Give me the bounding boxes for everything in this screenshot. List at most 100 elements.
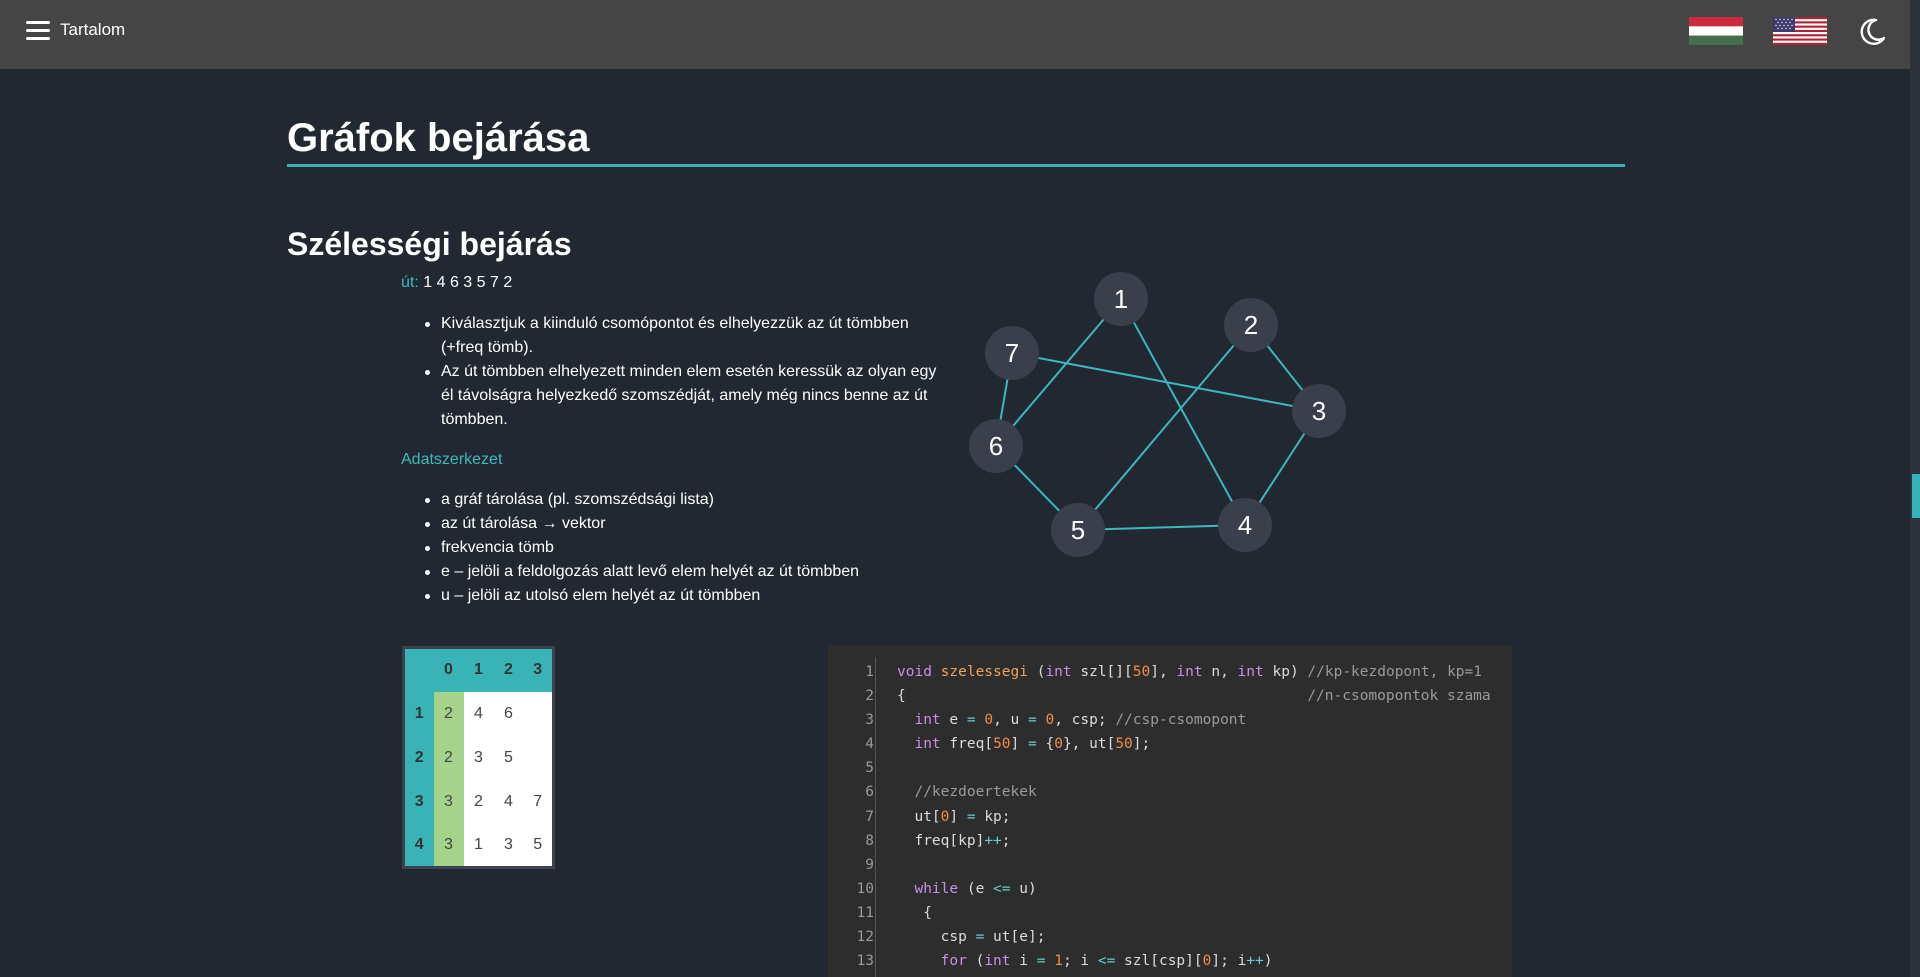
neighbor-cell: 6 bbox=[493, 691, 524, 736]
table-header-cell: 0 bbox=[433, 647, 464, 692]
data-structure-item: frekvencia tömb bbox=[425, 536, 1001, 560]
description-list: Kiválasztjuk a kiinduló csomópontot és e… bbox=[425, 312, 941, 432]
code-line: while (e <= u) bbox=[914, 880, 1037, 897]
data-structure-item: a gráf tárolása (pl. szomszédsági lista) bbox=[425, 488, 1001, 512]
code-line: void szelessegi (int szl[][50], int n, i… bbox=[897, 664, 1483, 680]
degree-cell: 2 bbox=[433, 735, 464, 780]
code-line: for (int i = 1; i <= szl[csp][0]; i++) bbox=[940, 953, 1273, 970]
us-flag-icon[interactable] bbox=[1773, 17, 1827, 45]
data-structure-item: u – jelöli az utolsó elem helyét az út t… bbox=[425, 584, 1001, 608]
neighbor-cell: 7 bbox=[523, 779, 554, 824]
table-row: 4 3 1 3 5 bbox=[403, 823, 554, 868]
degree-cell: 3 bbox=[433, 823, 464, 868]
code-line: int e = 0, u = 0, csp; //csp-csomopont bbox=[914, 712, 1247, 729]
hungarian-flag-icon[interactable] bbox=[1689, 17, 1743, 45]
table-header-row: 0 1 2 3 bbox=[403, 647, 554, 692]
hamburger-icon bbox=[26, 20, 50, 40]
neighbor-cell: 5 bbox=[523, 823, 554, 868]
line-number-gutter: 1 2 3 4 5 6 7 8 9 10 11 12 13 bbox=[828, 660, 874, 973]
graph-edge bbox=[1077, 324, 1252, 531]
section-title: Szélességi bejárás bbox=[287, 226, 572, 262]
line-number: 3 bbox=[865, 712, 874, 729]
menu-label: Tartalom bbox=[60, 20, 126, 39]
neighbor-cell: 1 bbox=[463, 823, 494, 868]
neighbor-cell bbox=[523, 735, 554, 780]
code-line: freq[kp]++; bbox=[897, 832, 1011, 849]
scrollbar-thumb[interactable] bbox=[1912, 474, 1920, 518]
path-value: 1 4 6 3 5 7 2 bbox=[423, 274, 513, 291]
neighbor-cell: 3 bbox=[493, 823, 524, 868]
line-number: 12 bbox=[856, 929, 874, 946]
graph-node-label: 4 bbox=[1238, 510, 1252, 540]
neighbor-cell: 2 bbox=[463, 779, 494, 824]
line-number: 1 bbox=[865, 664, 874, 680]
graph-node: 1 bbox=[1094, 272, 1148, 326]
table-row: 2 2 3 5 bbox=[403, 735, 554, 780]
line-number: 10 bbox=[856, 880, 874, 897]
code-line: csp = ut[e]; bbox=[897, 929, 1046, 946]
code-line: int freq[50] = {0}, ut[50]; bbox=[914, 736, 1151, 753]
top-bar: Tartalom bbox=[0, 0, 1910, 69]
neighbor-cell: 3 bbox=[463, 735, 494, 780]
code-line: { //n-csomopontok szama bbox=[897, 688, 1491, 705]
title-underline bbox=[287, 164, 1625, 167]
data-structure-list: a gráf tárolása (pl. szomszédsági lista)… bbox=[425, 488, 1001, 608]
line-number: 7 bbox=[865, 808, 874, 825]
line-number: 6 bbox=[865, 784, 874, 801]
graph-node: 2 bbox=[1224, 298, 1278, 352]
graph-node: 7 bbox=[985, 326, 1039, 380]
graph-node-label: 2 bbox=[1244, 310, 1258, 340]
neighbor-cell: 4 bbox=[493, 779, 524, 824]
menu-button[interactable]: Tartalom bbox=[26, 20, 125, 40]
graph-node: 3 bbox=[1292, 384, 1346, 438]
line-number: 2 bbox=[865, 688, 874, 705]
neighbor-cell bbox=[523, 691, 554, 736]
path-label: út: bbox=[401, 274, 419, 291]
line-number: 9 bbox=[865, 856, 874, 873]
data-structure-item: e – jelöli a feldolgozás alatt levő elem… bbox=[425, 560, 1001, 584]
line-number: 13 bbox=[856, 953, 874, 970]
graph-node-label: 3 bbox=[1312, 396, 1326, 426]
graph-node-label: 5 bbox=[1071, 515, 1085, 545]
gutter-divider bbox=[875, 657, 876, 977]
line-number: 5 bbox=[865, 760, 874, 777]
neighbor-cell: 4 bbox=[463, 691, 494, 736]
data-structure-title: Adatszerkezet bbox=[401, 451, 503, 468]
code-line: { bbox=[897, 904, 932, 921]
data-structure-item: az út tárolása → vektor bbox=[425, 512, 1001, 536]
description-item: Kiválasztjuk a kiinduló csomópontot és e… bbox=[425, 312, 941, 360]
row-node-cell: 4 bbox=[403, 823, 434, 868]
table-header-cell: 1 bbox=[463, 647, 494, 692]
row-node-cell: 1 bbox=[403, 691, 434, 736]
graph-edge bbox=[1011, 352, 1320, 412]
code-line: ut[0] = kp; bbox=[897, 808, 1011, 825]
line-number: 4 bbox=[865, 736, 874, 753]
graph-diagram: 1 2 3 4 5 6 7 bbox=[969, 272, 1346, 557]
graph-node-label: 7 bbox=[1005, 338, 1019, 368]
graph-node-label: 1 bbox=[1114, 284, 1128, 314]
degree-cell: 2 bbox=[433, 691, 464, 736]
dark-mode-moon-icon[interactable] bbox=[1856, 16, 1888, 48]
table-row: 1 2 4 6 bbox=[403, 691, 554, 736]
table-header-cell: 3 bbox=[523, 647, 554, 692]
line-number: 11 bbox=[856, 904, 874, 921]
table-header-cell: 2 bbox=[493, 647, 524, 692]
neighbor-cell: 5 bbox=[493, 735, 524, 780]
page-title: Gráfok bejárása bbox=[287, 116, 590, 160]
table-row: 3 3 2 4 7 bbox=[403, 779, 554, 824]
graph-node-label: 6 bbox=[989, 431, 1003, 461]
graph-node: 5 bbox=[1051, 503, 1105, 557]
adjacency-table: 0 1 2 3 1 2 4 6 2 2 3 5 3 3 2 4 7 4 3 1 … bbox=[402, 646, 555, 869]
row-node-cell: 2 bbox=[403, 735, 434, 780]
graph-node: 6 bbox=[969, 419, 1023, 473]
code-line: //kezdoertekek bbox=[914, 784, 1037, 801]
row-node-cell: 3 bbox=[403, 779, 434, 824]
table-header-cell bbox=[403, 647, 434, 692]
graph-node: 4 bbox=[1218, 498, 1272, 552]
line-number: 8 bbox=[865, 832, 874, 849]
code-block: 1 2 3 4 5 6 7 8 9 10 11 12 13 void szelessegi (int s… bbox=[828, 645, 1512, 977]
code-lines: void szelessegi (int szl[][50], int n, i… bbox=[897, 660, 1491, 973]
degree-cell: 3 bbox=[433, 779, 464, 824]
